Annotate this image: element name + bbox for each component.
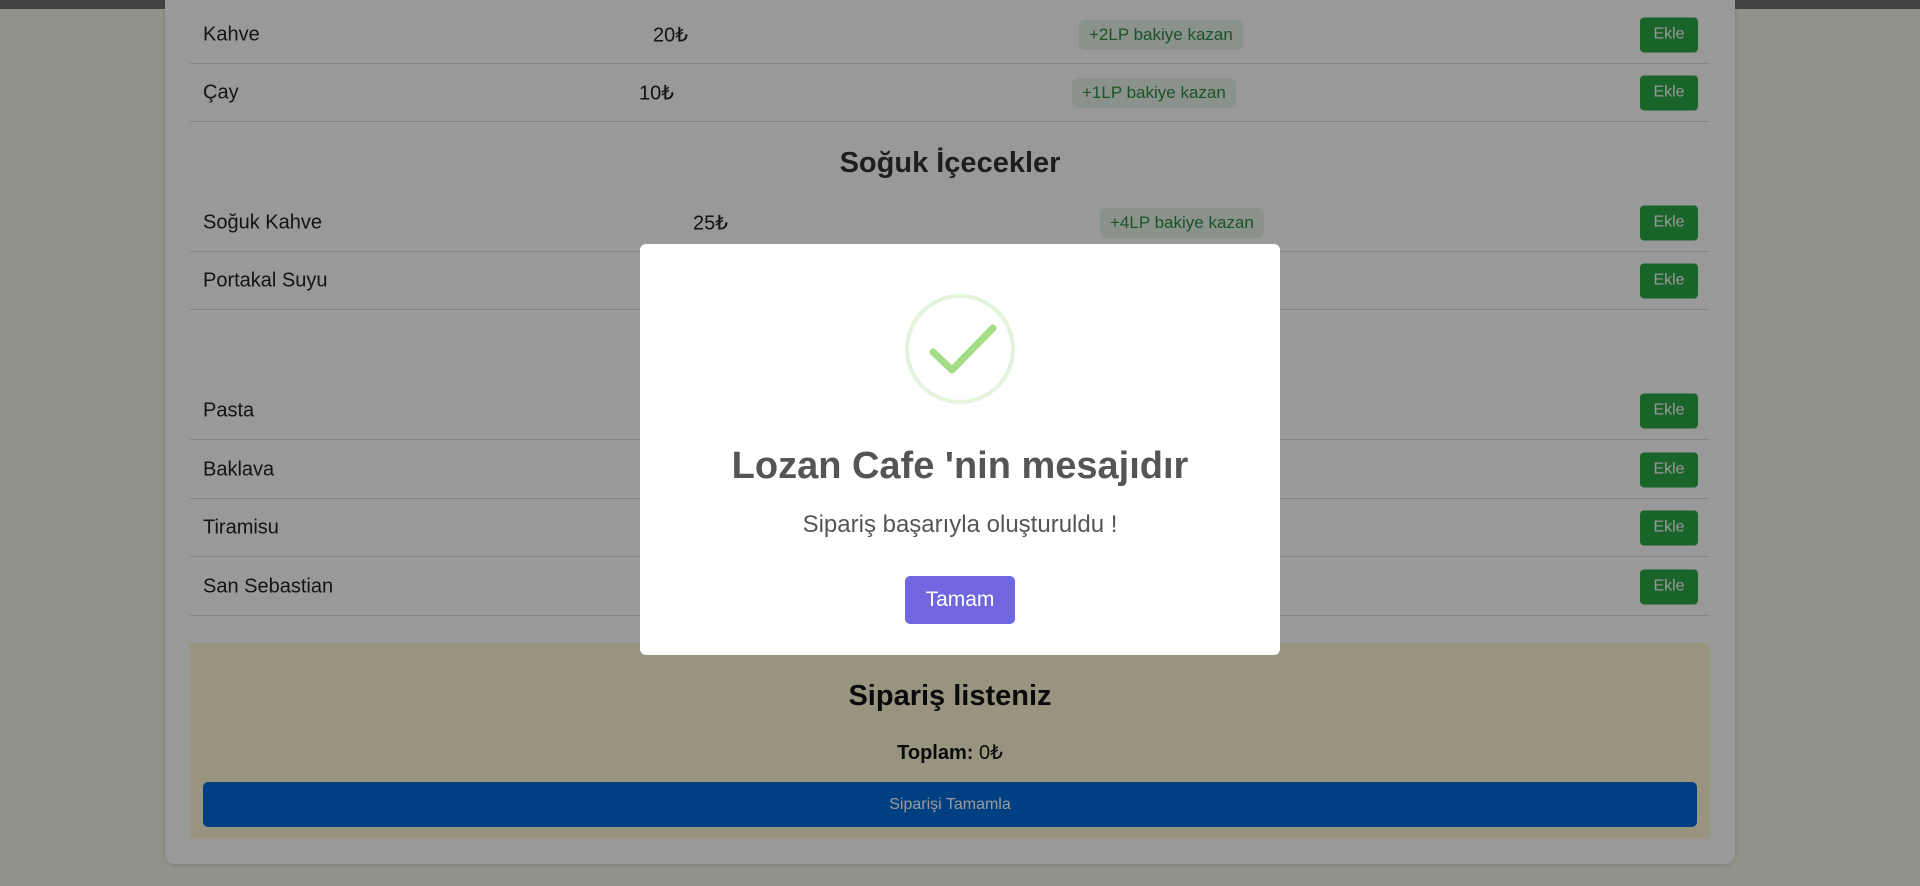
dialog-title: Lozan Cafe 'nin mesajıdır xyxy=(731,445,1189,487)
confirm-button[interactable]: Tamam xyxy=(905,576,1015,624)
success-check-icon xyxy=(905,294,1015,404)
success-dialog: Lozan Cafe 'nin mesajıdır Sipariş başarı… xyxy=(640,244,1280,655)
dialog-message: Sipariş başarıyla oluşturuldu ! xyxy=(802,511,1118,538)
